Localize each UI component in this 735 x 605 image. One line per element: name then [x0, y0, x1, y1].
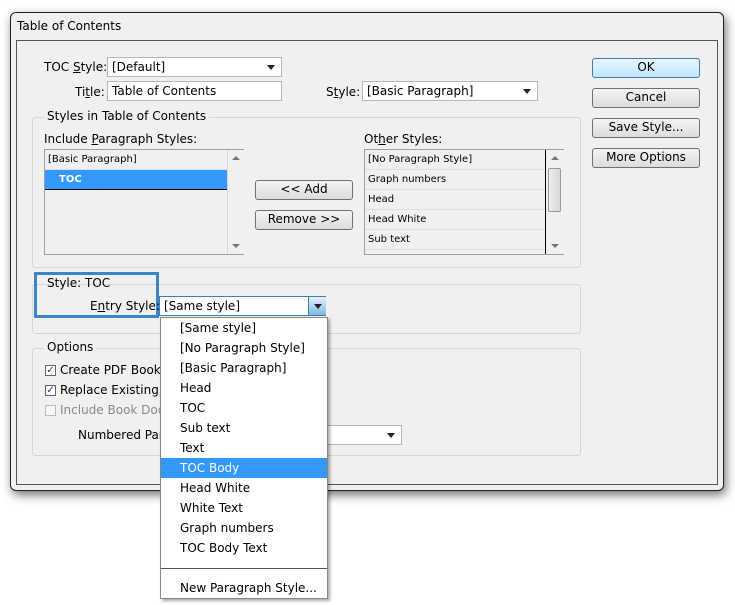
- scroll-up-icon[interactable]: [232, 156, 240, 160]
- include-styles-list[interactable]: [Basic Paragraph] TOC: [44, 149, 244, 255]
- list-item[interactable]: [No Paragraph Style]: [365, 150, 545, 170]
- toc-style-value: [Default]: [112, 60, 166, 74]
- menu-item-graph-numbers[interactable]: Graph numbers: [161, 518, 327, 538]
- entry-style-menu[interactable]: [Same style] [No Paragraph Style] [Basic…: [160, 317, 328, 599]
- menu-item-white-text[interactable]: White Text: [161, 498, 327, 518]
- toc-style-label: TOC Style:: [44, 60, 108, 74]
- scroll-thumb[interactable]: [548, 168, 561, 212]
- list-item[interactable]: Graph numbers: [365, 170, 545, 190]
- menu-item-sub-text[interactable]: Sub text: [161, 418, 327, 438]
- entry-style-dropdown[interactable]: [Same style]: [159, 296, 326, 316]
- create-pdf-bookmarks-label: Create PDF Bookm: [60, 363, 173, 377]
- scroll-up-icon[interactable]: [551, 156, 559, 160]
- menu-item-head[interactable]: Head: [161, 378, 327, 398]
- chevron-down-icon: [267, 65, 275, 70]
- other-styles-list[interactable]: [No Paragraph Style] Graph numbers Head …: [364, 149, 564, 255]
- include-book-docs-checkbox[interactable]: [45, 405, 56, 416]
- entry-style-dropdown-button[interactable]: [308, 297, 326, 315]
- ok-button[interactable]: OK: [592, 58, 700, 78]
- menu-item-text[interactable]: Text: [161, 438, 327, 458]
- menu-item-head-white[interactable]: Head White: [161, 478, 327, 498]
- create-pdf-bookmarks-checkbox[interactable]: ✓: [45, 365, 56, 376]
- more-options-button[interactable]: More Options: [592, 148, 700, 168]
- entry-style-label: Entry Style:: [90, 299, 160, 313]
- entry-style-value: [Same style]: [164, 299, 240, 313]
- menu-item-toc-body[interactable]: TOC Body: [161, 458, 327, 478]
- cancel-button[interactable]: Cancel: [592, 88, 700, 108]
- menu-item-basic-paragraph[interactable]: [Basic Paragraph]: [161, 358, 327, 378]
- style-label: Style:: [326, 85, 361, 99]
- include-list-scrollbar[interactable]: [227, 150, 244, 254]
- add-button[interactable]: << Add: [255, 180, 353, 200]
- other-styles-label: Other Styles:: [364, 132, 443, 146]
- title-input[interactable]: Table of Contents: [107, 81, 282, 101]
- include-book-docs-label: Include Book Docu: [60, 403, 172, 417]
- list-item[interactable]: [Basic Paragraph]: [45, 150, 227, 170]
- chevron-down-icon: [523, 89, 531, 94]
- list-item[interactable]: Sub text: [365, 230, 545, 250]
- save-style-button[interactable]: Save Style...: [592, 118, 700, 138]
- menu-item-toc-body-text[interactable]: TOC Body Text: [161, 538, 327, 558]
- list-item-selected[interactable]: TOC: [45, 170, 227, 190]
- toc-style-dropdown[interactable]: [Default]: [107, 57, 282, 77]
- dialog-title: Table of Contents: [17, 19, 122, 33]
- menu-item-no-paragraph-style[interactable]: [No Paragraph Style]: [161, 338, 327, 358]
- styles-in-toc-legend: Styles in Table of Contents: [44, 109, 210, 123]
- menu-item-toc[interactable]: TOC: [161, 398, 327, 418]
- style-toc-legend: Style: TOC: [47, 276, 111, 290]
- list-item[interactable]: Head White: [365, 210, 545, 230]
- style-dropdown[interactable]: [Basic Paragraph]: [362, 81, 538, 101]
- numbered-paragraphs-label: Numbered Para: [78, 428, 172, 442]
- replace-existing-checkbox[interactable]: ✓: [45, 385, 56, 396]
- title-label: Title:: [75, 85, 105, 99]
- scroll-down-icon[interactable]: [551, 244, 559, 248]
- style-value: [Basic Paragraph]: [367, 84, 474, 98]
- menu-item-new-paragraph-style[interactable]: New Paragraph Style...: [161, 578, 327, 598]
- include-styles-label: Include Paragraph Styles:: [44, 132, 198, 146]
- options-legend: Options: [44, 340, 97, 354]
- list-item[interactable]: Head: [365, 190, 545, 210]
- chevron-down-icon: [314, 304, 322, 309]
- replace-existing-label: Replace Existing T: [60, 383, 170, 397]
- menu-separator: [161, 568, 327, 569]
- menu-item-same-style[interactable]: [Same style]: [161, 318, 327, 338]
- other-list-scrollbar[interactable]: [545, 150, 564, 254]
- chevron-down-icon: [387, 433, 395, 438]
- scroll-down-icon[interactable]: [232, 244, 240, 248]
- remove-button[interactable]: Remove >>: [255, 210, 353, 230]
